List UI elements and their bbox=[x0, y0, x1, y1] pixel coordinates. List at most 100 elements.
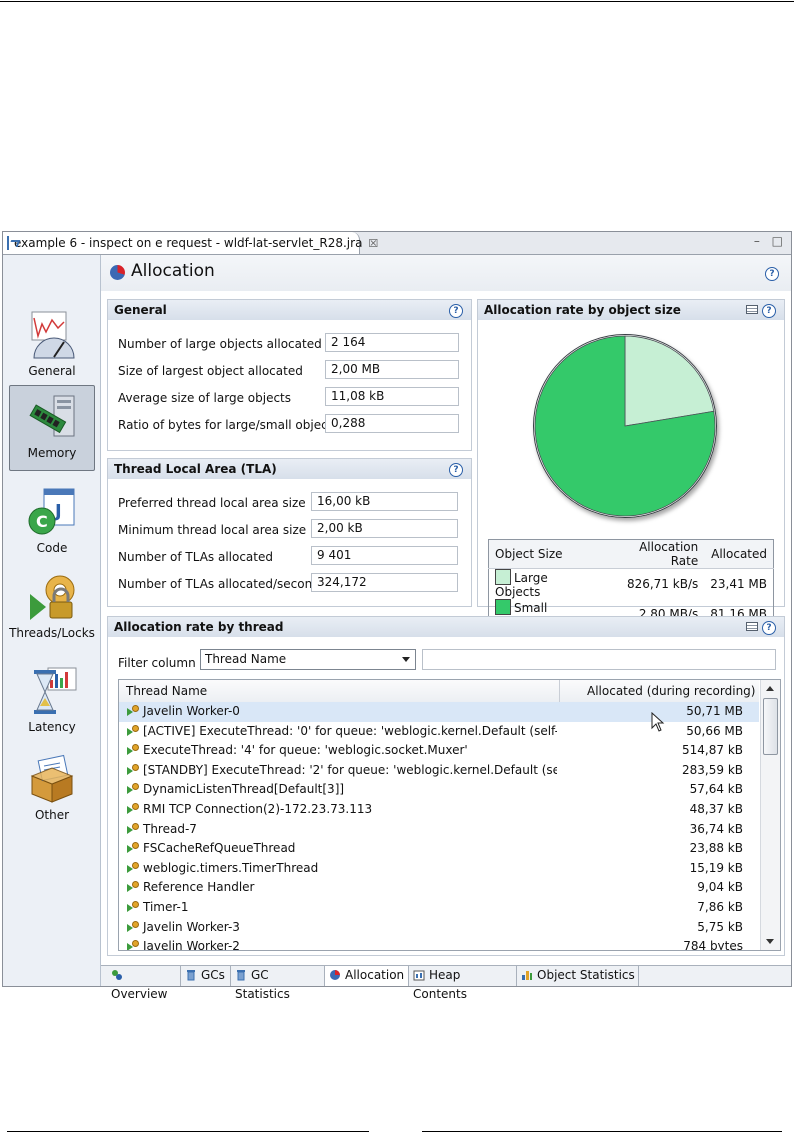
thread-name: Reference Handler bbox=[143, 880, 255, 895]
table-row[interactable]: RMI TCP Connection(2)-172.23.73.113 48,37… bbox=[119, 800, 759, 820]
sidebar-item-label: Threads/Locks bbox=[9, 626, 95, 640]
view-menu-icon[interactable] bbox=[746, 305, 758, 314]
thread-icon bbox=[127, 861, 140, 874]
column-divider[interactable] bbox=[559, 680, 560, 702]
section-title: Allocation rate by object size bbox=[484, 303, 681, 317]
footer-rule-left bbox=[7, 1131, 369, 1132]
table-header: Thread Name Allocated (during recording) bbox=[119, 680, 759, 703]
thread-name-cell: Javelin Worker-3 bbox=[127, 920, 557, 934]
value-field[interactable]: 0,288 bbox=[325, 414, 459, 433]
sidebar-item-threads-locks[interactable]: Threads/Locks bbox=[9, 566, 95, 652]
sidebar-item-general[interactable]: General bbox=[9, 304, 95, 390]
tab-gc-statistics[interactable]: GC Statistics bbox=[231, 966, 325, 1001]
tab-heap-contents[interactable]: Heap Contents bbox=[409, 966, 517, 1001]
thread-icon bbox=[127, 881, 140, 893]
view-menu-icon[interactable] bbox=[746, 622, 758, 631]
value-field[interactable]: 2,00 kB bbox=[311, 519, 458, 538]
column-header-allocated[interactable]: Allocated (during recording) bbox=[587, 684, 755, 698]
value-field[interactable]: 2 164 bbox=[325, 333, 459, 352]
help-icon[interactable]: ? bbox=[449, 463, 463, 477]
field-label: Ratio of bytes for large/small objects bbox=[118, 418, 339, 432]
tab-allocation[interactable]: Allocation bbox=[325, 966, 409, 986]
sidebar-item-code[interactable]: J C Code bbox=[9, 481, 95, 567]
vertical-scrollbar[interactable] bbox=[760, 680, 780, 950]
sidebar-item-label: General bbox=[28, 364, 76, 378]
table-row[interactable]: Reference Handler 9,04 kB bbox=[119, 878, 759, 898]
section-header: Allocation rate by object size ? bbox=[478, 300, 784, 320]
help-icon[interactable]: ? bbox=[765, 267, 779, 281]
sidebar-item-memory[interactable]: Memory bbox=[9, 385, 95, 471]
filter-column-label: Filter column bbox=[118, 656, 196, 670]
table-row[interactable]: Javelin Worker-2 784 bytes bbox=[119, 937, 759, 951]
page-header: Allocation ? bbox=[101, 255, 791, 291]
code-java-icon: J C bbox=[26, 487, 78, 537]
value-field[interactable]: 9 401 bbox=[311, 546, 458, 565]
large-objects-swatch bbox=[495, 569, 511, 585]
thread-name: Javelin Worker-2 bbox=[143, 939, 240, 951]
scroll-up-icon[interactable] bbox=[766, 686, 774, 691]
section-header: General ? bbox=[108, 300, 471, 320]
heap-icon bbox=[413, 968, 425, 981]
window-controls[interactable]: – □ bbox=[754, 234, 787, 248]
mouse-cursor-icon bbox=[651, 712, 665, 732]
tab-object-statistics[interactable]: Object Statistics bbox=[517, 966, 639, 986]
tab-label: Allocation bbox=[345, 968, 405, 982]
field-label: Average size of large objects bbox=[118, 391, 292, 405]
thread-name-cell: ExecuteThread: '4' for queue: 'weblogic.… bbox=[127, 743, 557, 757]
thread-name-cell: Javelin Worker-0 bbox=[127, 704, 557, 718]
editor-tab[interactable]: example 6 - inspect on e request - wldf-… bbox=[3, 232, 378, 254]
thread-name: Javelin Worker-0 bbox=[143, 704, 240, 718]
sidebar-item-latency[interactable]: Latency bbox=[9, 660, 95, 746]
thread-icon bbox=[127, 822, 140, 835]
help-icon[interactable]: ? bbox=[449, 304, 463, 318]
table-row[interactable]: weblogic.timers.TimerThread 15,19 kB bbox=[119, 859, 759, 879]
column-header[interactable]: Allocation Rate bbox=[602, 539, 705, 569]
other-box-icon bbox=[26, 754, 78, 804]
column-header-thread-name[interactable]: Thread Name bbox=[126, 684, 207, 698]
field-label: Number of large objects allocated bbox=[118, 337, 322, 351]
pie-icon bbox=[329, 968, 341, 980]
thread-name-cell: Timer-1 bbox=[127, 900, 557, 914]
value-field[interactable]: 324,172 bbox=[311, 573, 458, 592]
table-row[interactable]: ExecuteThread: '4' for queue: 'weblogic.… bbox=[119, 741, 759, 761]
table-row[interactable]: [STANDBY] ExecuteThread: '2' for queue: … bbox=[119, 761, 759, 781]
thread-name-cell: RMI TCP Connection(2)-172.23.73.113 bbox=[127, 802, 557, 816]
scroll-thumb[interactable] bbox=[763, 698, 778, 755]
filter-text-input[interactable] bbox=[422, 649, 776, 670]
section-title: General bbox=[114, 303, 167, 317]
tab-gcs[interactable]: GCs bbox=[181, 966, 231, 986]
thread-name-cell: [STANDBY] ExecuteThread: '2' for queue: … bbox=[127, 763, 557, 777]
recording-file-icon bbox=[7, 236, 9, 250]
value-field[interactable]: 11,08 kB bbox=[325, 387, 459, 406]
filter-column-select[interactable]: Thread Name bbox=[200, 649, 416, 670]
table-row[interactable]: Large Objects 826,71 kB/s 23,41 MB bbox=[489, 569, 774, 599]
table-row[interactable]: DynamicListenThread[Default[3]] 57,64 kB bbox=[119, 780, 759, 800]
close-icon[interactable]: ☒ bbox=[368, 237, 378, 250]
bottom-tab-bar: Overview GCs GC Statistics Allocation He… bbox=[101, 965, 791, 1001]
column-header[interactable]: Object Size bbox=[488, 539, 603, 569]
value-field[interactable]: 2,00 MB bbox=[325, 360, 459, 379]
tab-overview[interactable]: Overview bbox=[107, 966, 181, 1001]
help-icon[interactable]: ? bbox=[762, 621, 776, 635]
value-field[interactable]: 16,00 kB bbox=[311, 492, 458, 511]
column-header[interactable]: Allocated bbox=[704, 539, 774, 569]
tab-label: Overview bbox=[111, 987, 168, 1001]
memory-ram-icon bbox=[26, 392, 78, 442]
thread-name: Timer-1 bbox=[143, 900, 189, 914]
thread-name: [STANDBY] ExecuteThread: '2' for queue: … bbox=[143, 762, 557, 777]
tla-section: Thread Local Area (TLA) ? Preferred thre… bbox=[107, 458, 472, 607]
table-row[interactable]: Timer-1 7,86 kB bbox=[119, 898, 759, 918]
table-row[interactable]: FSCacheRefQueueThread 23,88 kB bbox=[119, 839, 759, 859]
field-label: Number of TLAs allocated/second bbox=[118, 577, 320, 591]
sidebar-item-label: Latency bbox=[28, 720, 76, 734]
table-row[interactable]: Thread-7 36,74 kB bbox=[119, 820, 759, 840]
allocated-value: 57,64 kB bbox=[689, 782, 743, 797]
sidebar-item-other[interactable]: Other bbox=[9, 748, 95, 834]
allocated-value: 50,71 MB bbox=[686, 704, 743, 718]
thread-icon bbox=[127, 842, 140, 854]
help-icon[interactable]: ? bbox=[762, 304, 776, 318]
scroll-down-icon[interactable] bbox=[766, 939, 774, 944]
table-row[interactable]: Javelin Worker-3 5,75 kB bbox=[119, 918, 759, 938]
allocated-value: 5,75 kB bbox=[697, 919, 743, 934]
sidebar-item-label: Code bbox=[36, 541, 68, 555]
